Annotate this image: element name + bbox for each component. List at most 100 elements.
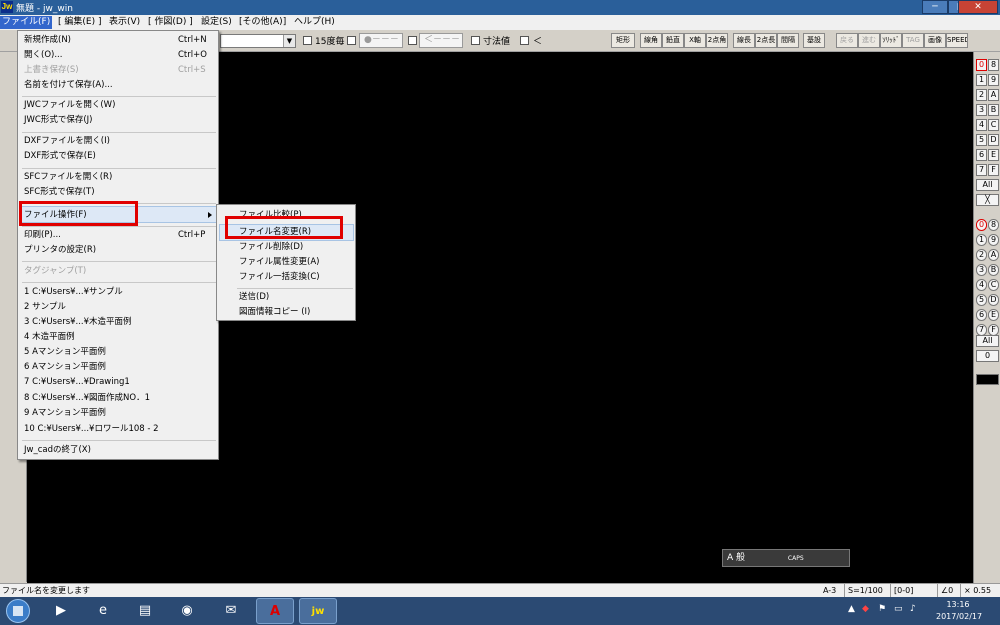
submenu-copy-drawing-info[interactable]: 図面情報コピー (I) (239, 305, 310, 319)
check-dimension[interactable] (471, 36, 480, 45)
group-6-button[interactable]: 6 (976, 309, 987, 321)
menu-printer-setup[interactable]: プリンタの設定(R) (24, 243, 96, 257)
recent-file-9[interactable]: 9 Aマンション平面例 (24, 406, 106, 420)
x-axis-button[interactable]: X軸 (684, 33, 706, 48)
group-zero-button[interactable]: 0 (976, 350, 999, 362)
group-0-button[interactable]: 0 (976, 219, 987, 231)
menu-draw[interactable]: [ 作図(D) ] (146, 16, 195, 29)
thunderbird-icon[interactable]: ✉ (212, 598, 250, 624)
submenu-file-attributes[interactable]: ファイル属性変更(A) (239, 255, 319, 269)
recent-file-10[interactable]: 10 C:¥Users¥...¥ロワール108 - 2 (24, 422, 159, 436)
menu-open-dxf[interactable]: DXFファイルを開く(I) (24, 134, 110, 148)
group-4-button[interactable]: 4 (976, 279, 987, 291)
undo-button[interactable]: 戻る (836, 33, 858, 48)
scale-value[interactable]: S=1/100 (844, 584, 883, 597)
acrobat-icon[interactable]: A (256, 598, 294, 624)
group-3-button[interactable]: 3 (976, 264, 987, 276)
layer-d-button[interactable]: D (988, 134, 999, 146)
group-1-button[interactable]: 1 (976, 234, 987, 246)
menu-help[interactable]: ヘルプ(H) (292, 16, 337, 29)
close-button[interactable]: ✕ (958, 0, 998, 14)
ime-toolbar[interactable]: A 般 CAPS (722, 549, 850, 567)
group-8-button[interactable]: 8 (988, 219, 999, 231)
menu-settings[interactable]: 設定(S) (199, 16, 234, 29)
paper-size[interactable]: A-3 (820, 584, 836, 597)
rect-button[interactable]: 矩形 (611, 33, 635, 48)
layer-9-button[interactable]: 9 (988, 74, 999, 86)
menu-tag-jump[interactable]: タグジャンプ(T) (24, 264, 86, 278)
submenu-batch-convert[interactable]: ファイル一括変換(C) (239, 270, 320, 284)
acrobat-tray-icon[interactable]: ◆ (862, 604, 869, 614)
layer-c-button[interactable]: C (988, 119, 999, 131)
zoom-value[interactable]: × 0.55 (960, 584, 991, 597)
recent-file-6[interactable]: 6 Aマンション平面例 (24, 360, 106, 374)
recent-file-5[interactable]: 5 Aマンション平面例 (24, 345, 106, 359)
menu-save-sfc[interactable]: SFC形式で保存(T) (24, 185, 95, 199)
layer-1-button[interactable]: 1 (976, 74, 987, 86)
layer-value[interactable]: [0-0] (890, 584, 913, 597)
media-player-icon[interactable]: ▶ (42, 598, 80, 624)
recent-file-1[interactable]: 1 C:¥Users¥...¥サンプル (24, 285, 123, 299)
tray-up-icon[interactable]: ▲ (848, 604, 855, 614)
layer-0-button[interactable]: 0 (976, 59, 987, 71)
recent-file-4[interactable]: 4 木造平面例 (24, 330, 75, 344)
menu-open[interactable]: 開く(O)... (24, 48, 62, 62)
file-explorer-icon[interactable]: ▤ (126, 598, 164, 624)
layer-2-button[interactable]: 2 (976, 89, 987, 101)
speed-button[interactable]: SPEED (946, 33, 968, 48)
layer-5-button[interactable]: 5 (976, 134, 987, 146)
flag-icon[interactable]: ⚑ (878, 604, 886, 614)
vertical-button[interactable]: 鉛直 (662, 33, 684, 48)
menu-save-as[interactable]: 名前を付けて保存(A)... (24, 78, 113, 92)
menu-save-dxf[interactable]: DXF形式で保存(E) (24, 149, 96, 163)
network-icon[interactable]: ▭ (894, 604, 903, 614)
internet-explorer-icon[interactable]: e (84, 598, 122, 624)
layer-e-button[interactable]: E (988, 149, 999, 161)
tag-button[interactable]: TAG (902, 33, 924, 48)
redo-button[interactable]: 進む (858, 33, 880, 48)
layer-a-button[interactable]: A (988, 89, 999, 101)
layer-b-button[interactable]: B (988, 104, 999, 116)
angle-value[interactable]: ∠0 (937, 584, 953, 597)
jww-taskbar-icon[interactable]: jw (299, 598, 337, 624)
menu-new[interactable]: 新規作成(N) (24, 33, 71, 47)
group-2-button[interactable]: 2 (976, 249, 987, 261)
layer-x-button[interactable]: ╳ (976, 194, 999, 206)
base-setting-button[interactable]: 基設 (803, 33, 825, 48)
menu-file[interactable]: ファイル(F) (0, 16, 53, 29)
interval-button[interactable]: 間隔 (777, 33, 799, 48)
menu-exit[interactable]: Jw_cadの終了(X) (24, 443, 91, 457)
chevron-down-icon[interactable]: ▼ (283, 35, 295, 47)
group-a-button[interactable]: A (988, 249, 999, 261)
clock[interactable]: 13:16 2017/02/17 (936, 599, 982, 623)
layer-6-button[interactable]: 6 (976, 149, 987, 161)
check-circle-mode[interactable] (347, 36, 356, 45)
layer-3-button[interactable]: 3 (976, 104, 987, 116)
line-length-button[interactable]: 線長 (733, 33, 755, 48)
check-lt[interactable] (520, 36, 529, 45)
chrome-icon[interactable]: ◉ (168, 598, 206, 624)
submenu-file-delete[interactable]: ファイル削除(D) (239, 240, 303, 254)
line-angle-button[interactable]: 線角 (640, 33, 662, 48)
recent-file-7[interactable]: 7 C:¥Users¥...¥Drawing1 (24, 375, 130, 389)
group-9-button[interactable]: 9 (988, 234, 999, 246)
menu-save-jwc[interactable]: JWC形式で保存(J) (24, 113, 93, 127)
color-swatch[interactable] (976, 374, 999, 385)
two-point-angle-button[interactable]: 2点角 (706, 33, 728, 48)
layer-7-button[interactable]: 7 (976, 164, 987, 176)
layer-f-button[interactable]: F (988, 164, 999, 176)
check-arrow-mode[interactable] (408, 36, 417, 45)
line-type-combo[interactable]: ▼ (220, 34, 296, 48)
menu-overwrite-save[interactable]: 上書き保存(S) (24, 63, 79, 77)
group-d-button[interactable]: D (988, 294, 999, 306)
menu-other[interactable]: [その他(A)] (237, 16, 288, 29)
group-all-button[interactable]: All (976, 335, 999, 347)
menu-edit[interactable]: [ 編集(E) ] (56, 16, 103, 29)
layer-8-button[interactable]: 8 (988, 59, 999, 71)
solid-button[interactable]: ｿﾘｯﾄﾞ (880, 33, 902, 48)
two-point-length-button[interactable]: 2点長 (755, 33, 777, 48)
volume-icon[interactable]: ♪ (910, 604, 916, 614)
layer-all-button[interactable]: All (976, 179, 999, 191)
submenu-send[interactable]: 送信(D) (239, 290, 269, 304)
menu-view[interactable]: 表示(V) (107, 16, 142, 29)
